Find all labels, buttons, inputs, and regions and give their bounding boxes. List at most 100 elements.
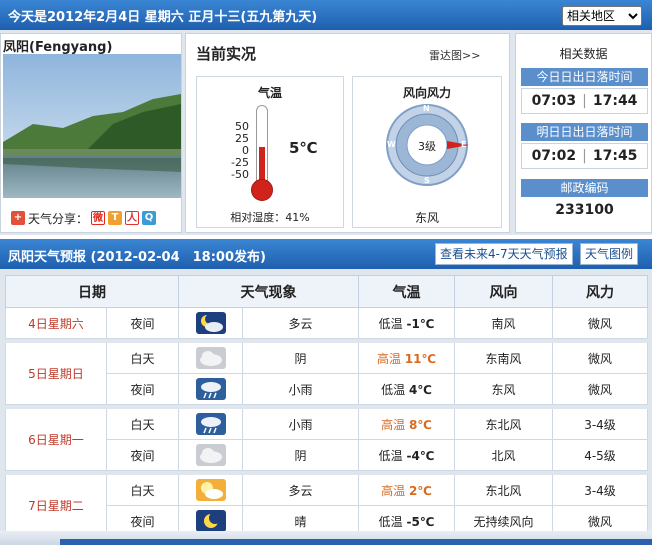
forecast-temp: -5℃: [406, 514, 435, 529]
postal-code: 233100: [555, 202, 614, 218]
forecast-icon-cell: [178, 408, 243, 440]
city-photo: [3, 54, 181, 198]
current-title: 当前实况: [196, 45, 257, 63]
forecast-date: 7日星期二: [5, 474, 107, 537]
forecast-wind-dir: 东南风: [454, 342, 553, 374]
current-date: 今天是2012年2月4日 星期六 正月十三(五九第九天): [8, 10, 318, 25]
forecast-row: 5日星期日 白天阴高温 11℃ 东南风 微风: [5, 342, 648, 405]
future-forecast-button[interactable]: 查看未来4-7天天气预报: [435, 243, 573, 265]
humidity: 相对湿度：41%: [230, 211, 310, 224]
forecast-temp-cell: 高温 2℃: [358, 474, 455, 506]
forecast-wind-force: 4-5级: [552, 439, 648, 471]
forecast-icon-cell: [178, 439, 243, 471]
light-rain-icon: [195, 413, 226, 435]
forecast-period: 夜间: [106, 307, 179, 339]
forecast-temp-label: 高温: [381, 483, 406, 498]
forecast-period: 白天: [106, 342, 179, 374]
forecast-temp: -4℃: [406, 448, 435, 463]
forecast-area: 日期 天气现象 气温 风向 风力 4日星期六 夜间 多云 低温 -1℃ 南风 微风 5日星期…: [0, 269, 652, 537]
forecast-temp-cell: 低温 -4℃: [358, 439, 455, 471]
overcast-icon: [195, 347, 226, 369]
today-sunrise: 07:03: [531, 93, 577, 109]
forecast-period: 白天: [106, 408, 179, 440]
column-header-date: 日期: [5, 275, 179, 308]
qzone-icon[interactable]: Q: [142, 211, 157, 225]
forecast-wind-dir: 北风: [454, 439, 553, 471]
forecast-temp-label: 高温: [381, 417, 406, 432]
forecast-temp-label: 低温: [378, 448, 403, 463]
tencent-icon[interactable]: T: [108, 211, 123, 225]
weibo-icon[interactable]: 微: [91, 211, 106, 225]
forecast-weather: 阴: [242, 439, 359, 471]
today-sun-times: 07:03 | 17:44: [521, 88, 648, 114]
region-select[interactable]: 相关地区: [562, 6, 642, 26]
forecast-wind-force: 3-4级: [552, 474, 648, 506]
partly-cloudy-night-icon: [195, 312, 226, 334]
bottom-bar: [0, 531, 652, 545]
light-rain-icon: [195, 378, 226, 400]
forecast-weather: 多云: [242, 474, 359, 506]
wind-title: 风向风力: [402, 86, 451, 100]
forecast-table: 日期 天气现象 气温 风向 风力 4日星期六 夜间 多云 低温 -1℃ 南风 微风 5日星期…: [5, 275, 648, 537]
tomorrow-sunset: 17:45: [592, 148, 638, 164]
forecast-temp-cell: 高温 11℃: [358, 342, 455, 374]
forecast-temp-label: 高温: [376, 351, 401, 366]
renren-icon[interactable]: 人: [125, 211, 140, 225]
compass-icon: N S W E 3级: [385, 103, 469, 187]
tomorrow-sun-times: 07:02 | 17:45: [521, 143, 648, 169]
today-sun-label: 今日日出日落时间: [521, 68, 648, 86]
forecast-temp: -1℃: [406, 316, 435, 331]
column-header-wind-dir: 风向: [454, 275, 553, 308]
forecast-wind-force: 微风: [552, 373, 648, 405]
temperature-title: 气温: [257, 86, 282, 100]
forecast-row: 7日星期二 白天 多云 高温 2℃ 东北风 3-4级: [5, 474, 648, 537]
forecast-temp: 4℃: [408, 382, 432, 397]
postal-label: 邮政编码: [521, 179, 648, 197]
tomorrow-sunrise: 07:02: [531, 148, 577, 164]
forecast-temp-cell: 高温 8℃: [358, 408, 455, 440]
forecast-icon-cell: [178, 474, 243, 506]
partly-cloudy-day-icon: [195, 479, 226, 501]
forecast-row: 4日星期六 夜间 多云 低温 -1℃ 南风 微风: [5, 307, 648, 339]
weather-legend-button[interactable]: 天气图例: [580, 243, 639, 265]
city-card: 凤阳(Fengyang) + 天气分享： 微 T 人 Q: [0, 33, 182, 233]
forecast-date: 5日星期日: [5, 342, 107, 405]
city-name: 凤阳(Fengyang): [3, 40, 113, 55]
clear-night-icon: [195, 510, 226, 532]
forecast-date: 4日星期六: [5, 307, 107, 339]
thermometer-scale: 50 25 0 -25 -50: [219, 121, 249, 181]
column-header-weather: 天气现象: [178, 275, 359, 308]
current-conditions: 当前实况 雷达图>> 气温 50 25 0 -25 -50 5℃ 相对湿度：41…: [185, 33, 510, 233]
share-label: 天气分享：: [28, 211, 89, 226]
forecast-header: 凤阳天气预报 (2012-02-04 18:00发布) 查看未来4-7天天气预报…: [0, 239, 652, 269]
forecast-wind-dir: 东风: [454, 373, 553, 405]
wind-box: 风向风力 N S W E 3级 东风: [352, 76, 502, 228]
forecast-temp-label: 低温: [381, 382, 406, 397]
forecast-header-row: 日期 天气现象 气温 风向 风力: [5, 275, 648, 308]
compass-north: N: [423, 104, 430, 113]
column-header-wind-force: 风力: [552, 275, 648, 308]
temperature-value: 5℃: [289, 139, 318, 157]
plus-icon[interactable]: +: [11, 211, 25, 225]
forecast-wind-dir: 南风: [454, 307, 553, 339]
tick-label: -50: [231, 168, 249, 181]
wind-level: 3级: [418, 140, 436, 153]
forecast-temp-cell: 低温 4℃: [358, 373, 455, 405]
forecast-period: 夜间: [106, 439, 179, 471]
weather-share: + 天气分享： 微 T 人 Q: [11, 209, 157, 227]
forecast-wind-dir: 东北风: [454, 474, 553, 506]
forecast-icon-cell: [178, 373, 243, 405]
forecast-wind-force: 3-4级: [552, 408, 648, 440]
bottom-bar-accent: [60, 539, 652, 545]
forecast-wind-force: 微风: [552, 342, 648, 374]
forecast-icon-cell: [178, 342, 243, 374]
forecast-body: 4日星期六 夜间 多云 低温 -1℃ 南风 微风 5日星期日 白天阴高温 11℃ 东南风 微风 夜间…: [5, 307, 648, 537]
forecast-temp: 2℃: [408, 483, 432, 498]
radar-link[interactable]: 雷达图>>: [429, 47, 480, 63]
forecast-temp: 8℃: [408, 417, 432, 432]
forecast-title: 凤阳天气预报 (2012-02-04 18:00发布): [8, 250, 266, 265]
column-header-temp: 气温: [358, 275, 455, 308]
forecast-temp: 11℃: [404, 351, 437, 366]
forecast-weather: 阴: [242, 342, 359, 374]
temperature-box: 气温 50 25 0 -25 -50 5℃ 相对湿度：41%: [196, 76, 344, 228]
